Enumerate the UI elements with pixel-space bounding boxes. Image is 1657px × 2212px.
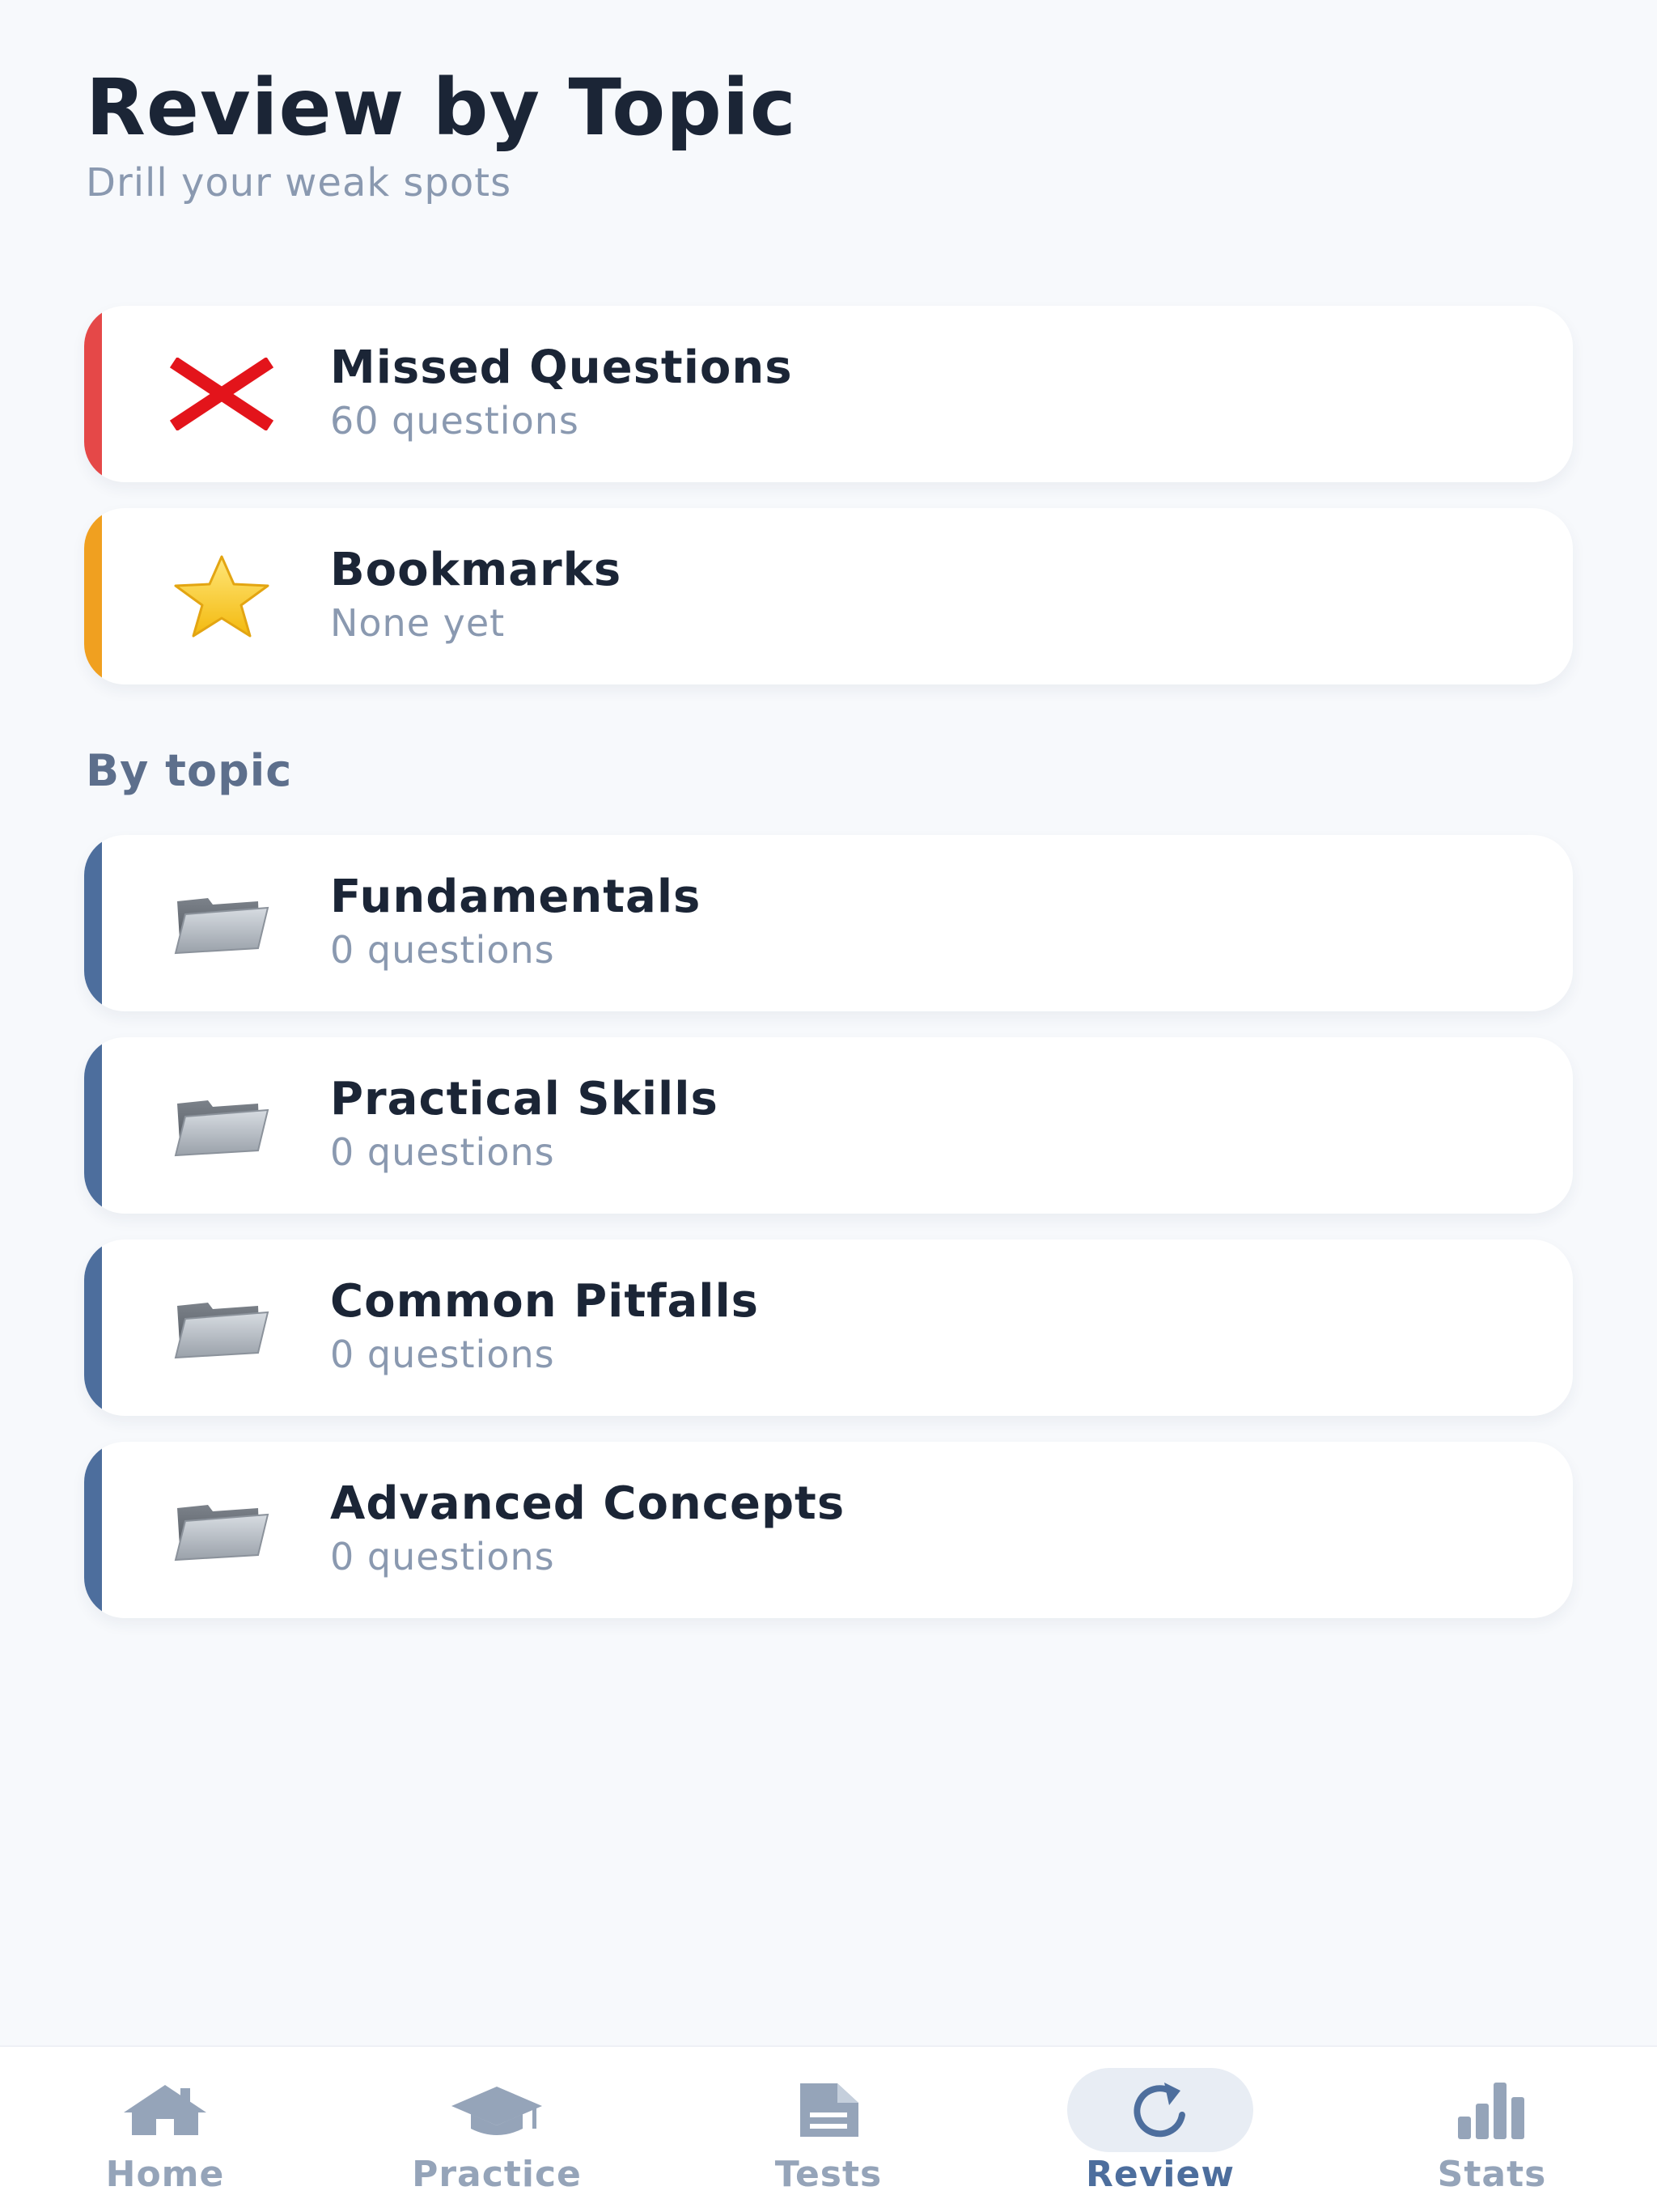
red-x-icon [165,350,278,439]
card-title: Fundamentals [330,871,701,923]
card-title: Missed Questions [330,341,793,394]
page-title: Review by Topic [86,62,797,153]
card-subtitle: 0 questions [330,1333,555,1376]
nav-icon-container [72,2068,258,2152]
bottom-tab-bar: Home Practice Tests Review Stats [0,2045,1657,2212]
card-title: Practical Skills [330,1073,718,1125]
tab-label: Practice [412,2154,582,2195]
tab-home[interactable]: Home [44,2047,286,2212]
topic-card-advanced-concepts[interactable]: Advanced Concepts 0 questions [84,1442,1573,1618]
tab-label: Review [1086,2154,1235,2195]
tab-review[interactable]: Review [1039,2047,1282,2212]
folder-icon [165,879,278,968]
page-subtitle: Drill your weak spots [86,160,512,206]
nav-icon-container [735,2068,922,2152]
bar-chart-icon [1458,2083,1524,2139]
graduation-cap-icon [451,2087,542,2135]
missed-questions-card[interactable]: Missed Questions 60 questions [84,306,1573,482]
card-title: Advanced Concepts [330,1477,845,1530]
nav-icon-container [1399,2068,1585,2152]
card-accent-bar [84,306,102,482]
topic-card-fundamentals[interactable]: Fundamentals 0 questions [84,835,1573,1011]
tab-stats[interactable]: Stats [1371,2047,1613,2212]
card-title: Bookmarks [330,544,622,596]
tab-tests[interactable]: Tests [707,2047,950,2212]
topic-card-practical-skills[interactable]: Practical Skills 0 questions [84,1037,1573,1214]
card-subtitle: 60 questions [330,399,579,443]
document-icon [800,2083,858,2137]
card-subtitle: 0 questions [330,928,555,972]
card-title: Common Pitfalls [330,1275,759,1328]
bookmarks-card[interactable]: Bookmarks None yet [84,508,1573,684]
folder-icon [165,1283,278,1372]
card-accent-bar [84,1037,102,1214]
folder-icon [165,1081,278,1170]
page-header: Review by Topic Drill your weak spots [86,63,1542,206]
card-subtitle: 0 questions [330,1535,555,1578]
card-subtitle: None yet [330,601,506,645]
tab-label: Tests [774,2154,883,2195]
refresh-icon [1134,2083,1185,2138]
nav-icon-container [1067,2068,1253,2152]
topic-card-common-pitfalls[interactable]: Common Pitfalls 0 questions [84,1239,1573,1416]
card-accent-bar [84,1442,102,1618]
tab-practice[interactable]: Practice [375,2047,618,2212]
card-accent-bar [84,1239,102,1416]
card-subtitle: 0 questions [330,1130,555,1174]
home-icon [124,2085,206,2135]
folder-icon [165,1485,278,1574]
section-label: By topic [86,745,293,796]
card-accent-bar [84,835,102,1011]
nav-icon-container [404,2068,590,2152]
star-icon [165,552,278,641]
card-accent-bar [84,508,102,684]
tab-label: Home [105,2154,225,2195]
tab-label: Stats [1437,2154,1547,2195]
